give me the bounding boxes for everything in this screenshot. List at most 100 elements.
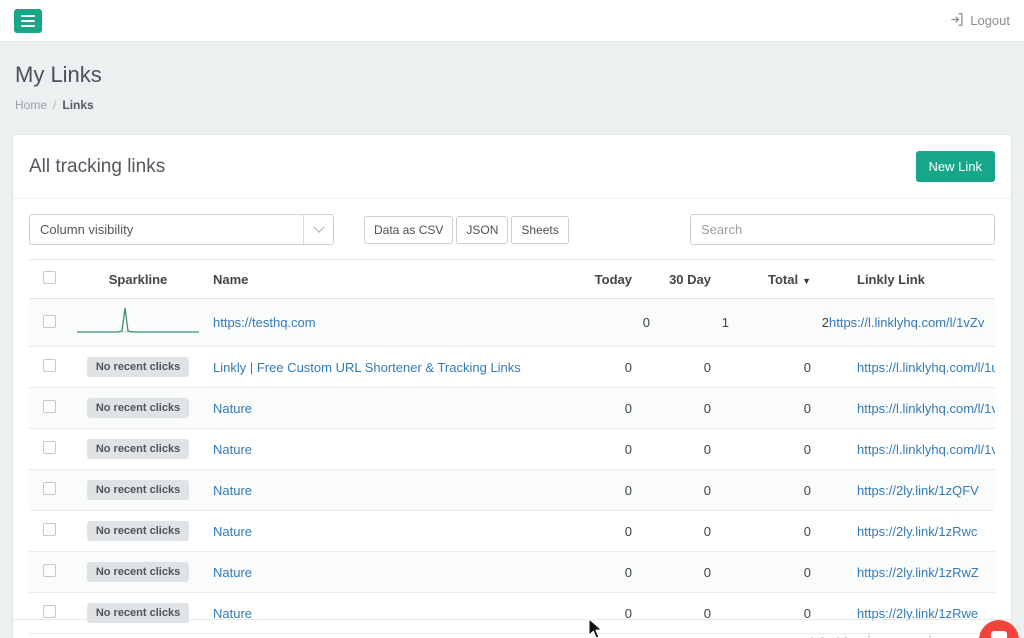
breadcrumb-separator: / xyxy=(53,98,56,112)
link-name[interactable]: Nature xyxy=(213,483,252,498)
page-header: My Links Home / Links xyxy=(0,42,1024,112)
linkly-short-link[interactable]: https://l.linklyhq.com/l/1vZv xyxy=(829,315,984,330)
cell-today: 0 xyxy=(563,429,650,470)
cell-today: 0 xyxy=(563,552,650,593)
cell-total: 0 xyxy=(729,552,829,593)
row-checkbox[interactable] xyxy=(43,564,56,577)
table-row: No recent clicks Linkly | Free Custom URL… xyxy=(29,347,995,388)
sort-desc-icon: ▼ xyxy=(802,276,811,286)
column-header-link[interactable]: Linkly Link xyxy=(829,260,995,299)
no-clicks-badge: No recent clicks xyxy=(87,398,189,418)
export-sheets-button[interactable]: Sheets xyxy=(511,216,568,244)
cell-total: 2 xyxy=(729,299,829,347)
sparkline-chart xyxy=(77,303,199,339)
column-header-today[interactable]: Today xyxy=(563,260,650,299)
cell-30day: 0 xyxy=(650,470,729,511)
linkly-short-link[interactable]: https://l.linklyhq.com/l/1u3j xyxy=(857,360,995,375)
link-name[interactable]: Linkly | Free Custom URL Shortener & Tra… xyxy=(213,360,521,375)
no-clicks-badge: No recent clicks xyxy=(87,357,189,377)
top-navbar: Logout xyxy=(0,0,1024,42)
cell-total: 0 xyxy=(729,511,829,552)
export-data-as-csv-button[interactable]: Data as CSV xyxy=(364,216,453,244)
linkly-short-link[interactable]: https://2ly.link/1zQFV xyxy=(857,483,979,498)
linkly-short-link[interactable]: https://2ly.link/1zRwc xyxy=(857,524,977,539)
column-header-total[interactable]: Total▼ xyxy=(729,260,829,299)
new-link-button[interactable]: New Link xyxy=(916,151,995,182)
cell-30day: 0 xyxy=(650,511,729,552)
cell-today: 0 xyxy=(563,299,650,347)
column-header-name[interactable]: Name xyxy=(213,260,563,299)
table-row: https://testhq.com 012https://l.linklyhq.… xyxy=(29,299,995,347)
link-name[interactable]: Nature xyxy=(213,524,252,539)
column-header-sparkline[interactable]: Sparkline xyxy=(63,260,213,299)
search-input[interactable] xyxy=(690,214,995,245)
chevron-down-icon[interactable] xyxy=(303,215,333,244)
no-clicks-badge: No recent clicks xyxy=(87,562,189,582)
table-header-row: SparklineNameToday30 DayTotal▼Linkly Lin… xyxy=(29,260,995,299)
links-table-wrap: SparklineNameToday30 DayTotal▼Linkly Lin… xyxy=(29,259,995,634)
table-row: No recent clicksNature000https://2ly.lin… xyxy=(29,511,995,552)
no-clicks-badge: No recent clicks xyxy=(87,439,189,459)
next-page-icon[interactable]: › xyxy=(906,634,910,638)
hamburger-icon xyxy=(21,15,35,17)
cell-today: 0 xyxy=(563,511,650,552)
link-name[interactable]: Nature xyxy=(213,442,252,457)
no-clicks-badge: No recent clicks xyxy=(87,521,189,541)
cell-total: 0 xyxy=(729,470,829,511)
column-visibility-select[interactable]: Column visibility xyxy=(29,214,334,245)
linkly-short-link[interactable]: https://l.linklyhq.com/l/1vbu xyxy=(857,442,995,457)
cell-30day: 0 xyxy=(650,552,729,593)
export-json-button[interactable]: JSON xyxy=(456,216,508,244)
row-checkbox[interactable] xyxy=(43,400,56,413)
card-header: All tracking links New Link xyxy=(13,135,1011,199)
cell-today: 0 xyxy=(563,470,650,511)
chat-bubble-icon xyxy=(991,631,1007,638)
cell-total: 0 xyxy=(729,429,829,470)
cell-total: 0 xyxy=(729,388,829,429)
first-page-icon[interactable]: |‹ xyxy=(867,634,874,638)
cell-30day: 0 xyxy=(650,429,729,470)
table-row: No recent clicksNature000https://2ly.lin… xyxy=(29,470,995,511)
linkly-short-link[interactable]: https://l.linklyhq.com/l/1vYA xyxy=(857,401,995,416)
cell-today: 0 xyxy=(563,347,650,388)
logout-label: Logout xyxy=(970,13,1010,28)
link-name[interactable]: Nature xyxy=(213,565,252,580)
table-controls: Column visibility Data as CSVJSONSheets xyxy=(13,199,1011,259)
row-checkbox[interactable] xyxy=(43,359,56,372)
row-checkbox[interactable] xyxy=(43,523,56,536)
prev-page-icon[interactable]: ‹ xyxy=(888,634,892,638)
table-row: No recent clicksNature000https://l.linkl… xyxy=(29,429,995,470)
breadcrumb-current: Links xyxy=(62,98,93,112)
page-title: My Links xyxy=(15,62,1009,88)
link-name[interactable]: Nature xyxy=(213,401,252,416)
export-button-group: Data as CSVJSONSheets xyxy=(364,216,569,244)
select-all-checkbox[interactable] xyxy=(43,271,56,284)
cell-today: 0 xyxy=(563,388,650,429)
breadcrumb: Home / Links xyxy=(15,98,1009,112)
column-visibility-label: Column visibility xyxy=(30,222,133,237)
row-checkbox[interactable] xyxy=(43,605,56,618)
card-title: All tracking links xyxy=(29,156,165,178)
logout-button[interactable]: Logout xyxy=(950,13,1010,29)
breadcrumb-home[interactable]: Home xyxy=(15,98,47,112)
card-footer: 1-8 of 8 |‹‹››| xyxy=(13,619,1011,638)
table-row: No recent clicksNature000https://2ly.lin… xyxy=(29,552,995,593)
no-clicks-badge: No recent clicks xyxy=(87,480,189,500)
menu-button[interactable] xyxy=(14,9,42,33)
logout-icon xyxy=(950,13,964,29)
cell-30day: 0 xyxy=(650,347,729,388)
row-checkbox[interactable] xyxy=(43,441,56,454)
table-row: No recent clicksNature000https://l.linkl… xyxy=(29,388,995,429)
linkly-short-link[interactable]: https://2ly.link/1zRwZ xyxy=(857,565,979,580)
row-checkbox[interactable] xyxy=(43,482,56,495)
links-table: SparklineNameToday30 DayTotal▼Linkly Lin… xyxy=(29,259,995,634)
tracking-links-card: All tracking links New Link Column visib… xyxy=(12,134,1012,638)
pagination: 1-8 of 8 |‹‹››| xyxy=(13,620,1011,638)
cell-total: 0 xyxy=(729,347,829,388)
link-name[interactable]: https://testhq.com xyxy=(213,315,316,330)
last-page-icon[interactable]: ›| xyxy=(924,634,931,638)
column-header-day30[interactable]: 30 Day xyxy=(650,260,729,299)
cell-30day: 0 xyxy=(650,388,729,429)
cell-30day: 1 xyxy=(650,299,729,347)
row-checkbox[interactable] xyxy=(43,315,56,328)
